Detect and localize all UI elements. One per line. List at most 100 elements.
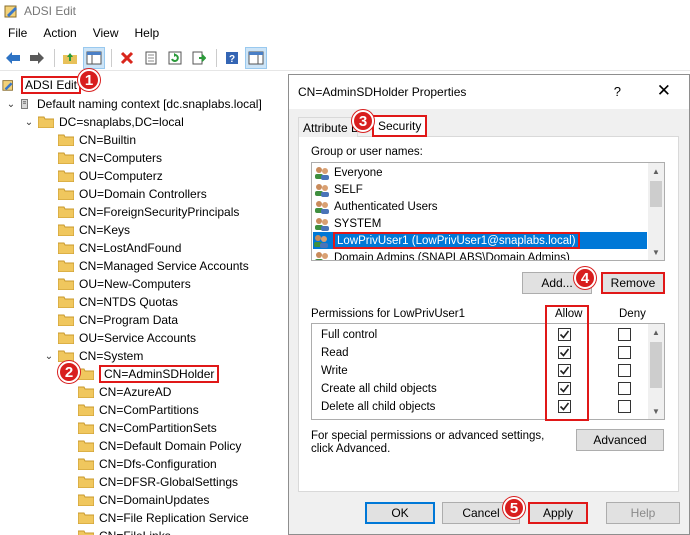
show-hide-tree-button[interactable] [83, 46, 105, 69]
scroll-thumb[interactable] [650, 342, 662, 388]
permissions-scrollbar[interactable]: ▲ ▼ [648, 324, 664, 419]
callout-3: 3 [352, 110, 374, 132]
tree-item[interactable]: CN=Program Data [58, 311, 178, 329]
tree-item[interactable]: CN=NTDS Quotas [58, 293, 178, 311]
menu-action[interactable]: Action [35, 26, 84, 40]
tree-item[interactable]: CN=File Replication Service [78, 509, 249, 527]
permissions-list: Full control Read Write Create all child ob… [311, 323, 665, 420]
properties-button[interactable] [140, 47, 162, 69]
folder-icon [58, 278, 74, 290]
delete-button[interactable] [116, 47, 138, 69]
dialog-title-bar: CN=AdminSDHolder Properties ? ✕ [289, 75, 689, 109]
scroll-down-arrow-icon[interactable]: ▼ [648, 403, 664, 419]
tree-item[interactable]: CN=LostAndFound [58, 239, 181, 257]
toolbar-separator [216, 48, 217, 67]
tree-item[interactable]: CN=ComPartitionSets [78, 419, 217, 437]
deny-checkbox[interactable] [618, 400, 631, 413]
user-list-item[interactable]: SELF [314, 181, 363, 198]
deny-checkbox[interactable] [618, 382, 631, 395]
permissions-label: Permissions for LowPrivUser1 [311, 308, 466, 320]
title-bar: ADSI Edit [0, 0, 690, 22]
tree-item-label: CN=ComPartitionSets [99, 421, 217, 435]
tree-item[interactable]: CN=Computers [58, 149, 162, 167]
tree-item-system[interactable]: ⌄ CN=System [44, 347, 144, 365]
help-button[interactable]: Help [606, 502, 680, 524]
tree-item-label: CN=Program Data [79, 313, 179, 327]
user-list-item[interactable]: SYSTEM [314, 215, 381, 232]
user-list-item-selected[interactable]: LowPrivUser1 (LowPrivUser1@snaplabs.loca… [313, 232, 647, 249]
menu-help[interactable]: Help [127, 26, 168, 40]
tree-item[interactable]: CN=AzureAD [78, 383, 171, 401]
apply-button[interactable]: Apply [528, 502, 588, 524]
refresh-button[interactable] [164, 47, 186, 69]
chevron-down-icon[interactable]: ⌄ [24, 117, 34, 128]
scroll-thumb[interactable] [650, 181, 662, 207]
tab-security[interactable]: Security [372, 115, 428, 137]
chevron-down-icon[interactable]: ⌄ [6, 99, 16, 110]
help-button-toolbar[interactable]: ? [221, 47, 243, 69]
tab-attribute-editor[interactable]: Attribute Editor [298, 117, 358, 137]
allow-column-highlight [545, 305, 589, 421]
user-list-item[interactable]: Authenticated Users [314, 198, 438, 215]
tree-item-label: CN=File Replication Service [99, 511, 249, 525]
tree-item[interactable]: CN=DomainUpdates [78, 491, 209, 509]
user-list-item[interactable]: Domain Admins (SNAPLABS\Domain Admins) [314, 249, 570, 260]
user-name: Authenticated Users [334, 200, 438, 213]
tree-item[interactable]: OU=Computerz [58, 167, 163, 185]
scroll-up-arrow-icon[interactable]: ▲ [648, 163, 664, 179]
deny-checkbox[interactable] [618, 346, 631, 359]
scroll-down-arrow-icon[interactable]: ▼ [648, 244, 664, 260]
tree-item[interactable]: CN=FileLinks [78, 527, 171, 535]
tree-item[interactable]: CN=Managed Service Accounts [58, 257, 249, 275]
folder-icon [58, 152, 74, 164]
tree-item[interactable]: CN=Builtin [58, 131, 136, 149]
forward-button[interactable] [26, 47, 48, 69]
user-list-scrollbar[interactable]: ▲ ▼ [648, 163, 664, 260]
tree-item[interactable]: CN=Default Domain Policy [78, 437, 241, 455]
export-list-icon [192, 51, 206, 64]
tree-item[interactable]: OU=Service Accounts [58, 329, 196, 347]
up-one-level-button[interactable] [59, 47, 81, 69]
export-list-button[interactable] [188, 47, 210, 69]
tree-naming-context[interactable]: ⌄ Default naming context [dc.snaplabs.lo… [6, 95, 262, 113]
ok-button[interactable]: OK [365, 502, 435, 524]
tree-item-selected[interactable]: CN=AdminSDHolder [78, 365, 220, 383]
tree-item[interactable]: OU=New-Computers [58, 275, 191, 293]
tree-item-label: OU=Domain Controllers [79, 187, 207, 201]
tree-item[interactable]: CN=ForeignSecurityPrincipals [58, 203, 239, 221]
chevron-down-icon[interactable]: ⌄ [44, 351, 54, 362]
folder-icon [78, 530, 94, 535]
show-action-pane-button[interactable] [245, 46, 267, 69]
folder-icon [78, 458, 94, 470]
advanced-button[interactable]: Advanced [576, 429, 664, 451]
tree-item-label: CN=AdminSDHolder [99, 365, 220, 383]
tree-item-label: CN=NTDS Quotas [79, 295, 179, 309]
user-name: SYSTEM [334, 217, 382, 230]
tree-item[interactable]: OU=Domain Controllers [58, 185, 207, 203]
tree-root[interactable]: ADSI Edit [2, 76, 82, 94]
user-list[interactable]: Everyone SELF Authenticated Users SYSTEM Low… [311, 162, 665, 261]
back-button[interactable] [2, 47, 24, 69]
dialog-close-button[interactable]: ✕ [657, 81, 671, 101]
permission-row: Full control [321, 326, 377, 344]
remove-button[interactable]: Remove [601, 272, 665, 294]
tree-domain[interactable]: ⌄ DC=snaplabs,DC=local [24, 113, 184, 131]
tree-item[interactable]: CN=Dfs-Configuration [78, 455, 217, 473]
user-list-item[interactable]: Everyone [314, 164, 383, 181]
tree-item-label: CN=Managed Service Accounts [79, 259, 249, 273]
deny-checkbox[interactable] [618, 364, 631, 377]
callout-1: 1 [78, 69, 100, 91]
tree-item[interactable]: CN=ComPartitions [78, 401, 199, 419]
deny-checkbox[interactable] [618, 328, 631, 341]
folder-icon [78, 440, 94, 452]
tree-item[interactable]: CN=DFSR-GlobalSettings [78, 473, 238, 491]
tree-item-label: CN=System [79, 349, 144, 363]
forward-arrow-icon [30, 51, 44, 64]
scroll-up-arrow-icon[interactable]: ▲ [648, 324, 664, 340]
callout-2: 2 [58, 361, 80, 383]
permission-name: Write [321, 365, 348, 377]
dialog-help-button[interactable]: ? [614, 84, 621, 99]
menu-view[interactable]: View [85, 26, 127, 40]
menu-file[interactable]: File [0, 26, 35, 40]
tree-item[interactable]: CN=Keys [58, 221, 130, 239]
